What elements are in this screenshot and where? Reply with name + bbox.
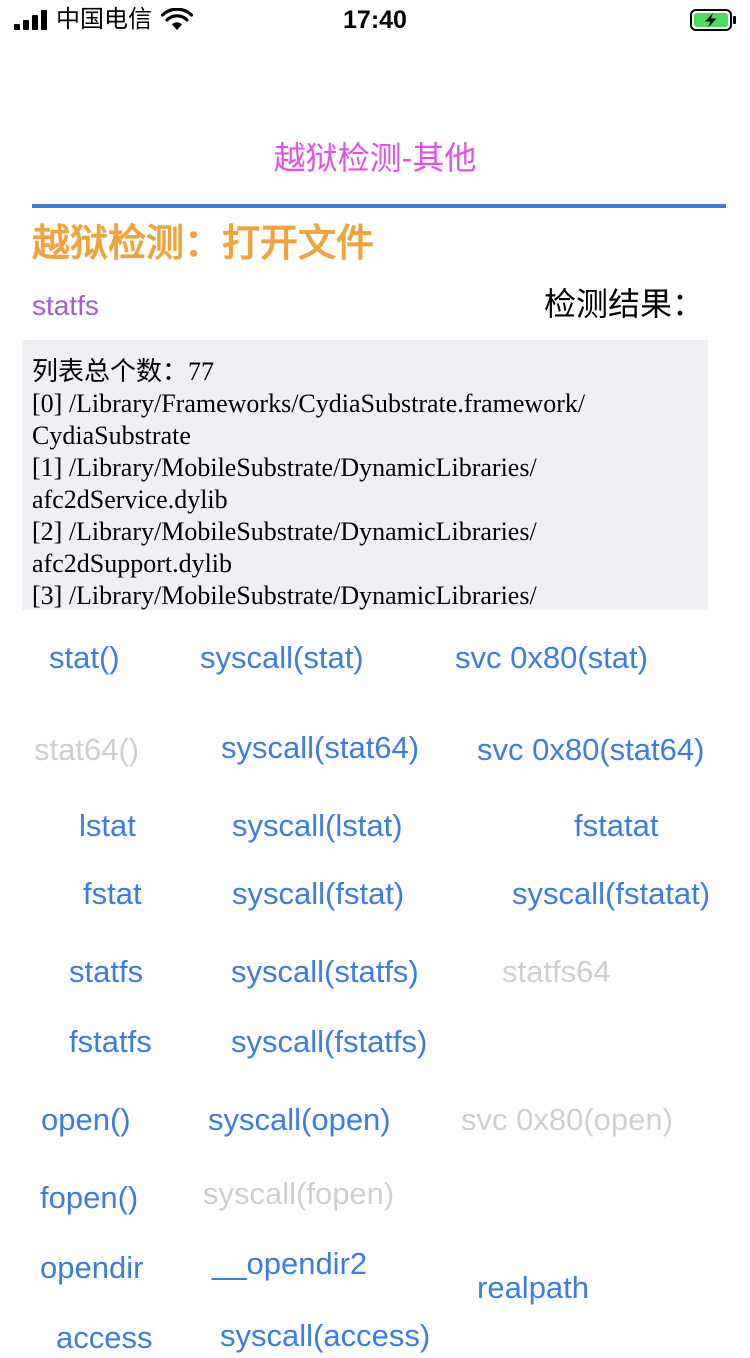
result-line: [3] /Library/MobileSubstrate/DynamicLibr… xyxy=(32,581,537,610)
svc-open-button[interactable]: svc 0x80(open) xyxy=(461,1100,673,1140)
svc-stat-button[interactable]: svc 0x80(stat) xyxy=(455,638,648,678)
result-line: CydiaSubstrate xyxy=(32,421,191,450)
syscall-fstat-button[interactable]: syscall(fstat) xyxy=(232,874,404,914)
stat-button[interactable]: stat() xyxy=(49,638,120,678)
result-line: 列表总个数：77 xyxy=(32,357,215,386)
result-line: [2] /Library/MobileSubstrate/DynamicLibr… xyxy=(32,517,537,546)
result-line: [0] /Library/Frameworks/CydiaSubstrate.f… xyxy=(32,389,586,418)
syscall-open-button[interactable]: syscall(open) xyxy=(208,1100,391,1140)
result-label: 检测结果： xyxy=(544,286,705,322)
fopen-button[interactable]: fopen() xyxy=(40,1178,138,1218)
lstat-button[interactable]: lstat xyxy=(79,806,136,846)
syscall-fstatat-button[interactable]: syscall(fstatat) xyxy=(512,874,710,914)
status-time: 17:40 xyxy=(343,6,407,34)
title-divider xyxy=(32,204,726,208)
statfs64-button[interactable]: statfs64 xyxy=(502,952,611,992)
syscall-statfs-button[interactable]: syscall(statfs) xyxy=(231,952,419,992)
open-button[interactable]: open() xyxy=(41,1100,131,1140)
result-text-view[interactable]: 列表总个数：77 [0] /Library/Frameworks/CydiaSu… xyxy=(22,340,708,610)
result-line: afc2dService.dylib xyxy=(32,485,228,514)
current-method-label: statfs xyxy=(32,290,99,321)
result-text: 列表总个数：77 [0] /Library/Frameworks/CydiaSu… xyxy=(32,356,692,610)
fstatat-button[interactable]: fstatat xyxy=(574,806,658,846)
syscall-access-button[interactable]: syscall(access) xyxy=(220,1316,430,1356)
statfs-button[interactable]: statfs xyxy=(69,952,143,992)
fstatfs-button[interactable]: fstatfs xyxy=(69,1022,152,1062)
battery-charging-icon xyxy=(690,9,736,31)
access-button[interactable]: access xyxy=(56,1318,152,1358)
page-title: 越狱检测-其他 xyxy=(273,140,477,176)
syscall-lstat-button[interactable]: syscall(lstat) xyxy=(232,806,403,846)
opendir-button[interactable]: opendir xyxy=(40,1248,143,1288)
status-bar: 中国电信 17:40 xyxy=(0,0,750,40)
section-title: 越狱检测：打开文件 xyxy=(32,223,375,265)
svc-stat64-button[interactable]: svc 0x80(stat64) xyxy=(477,730,704,770)
fstat-button[interactable]: fstat xyxy=(83,874,142,914)
result-line: afc2dSupport.dylib xyxy=(32,549,233,578)
syscall-stat-button[interactable]: syscall(stat) xyxy=(200,638,364,678)
opendir2-button[interactable]: __opendir2 xyxy=(212,1244,367,1284)
syscall-fstatfs-button[interactable]: syscall(fstatfs) xyxy=(231,1022,427,1062)
syscall-fopen-button[interactable]: syscall(fopen) xyxy=(203,1174,394,1214)
syscall-stat64-button[interactable]: syscall(stat64) xyxy=(221,728,419,768)
result-line: [1] /Library/MobileSubstrate/DynamicLibr… xyxy=(32,453,537,482)
stat64-button[interactable]: stat64() xyxy=(34,730,139,770)
realpath-button[interactable]: realpath xyxy=(477,1268,589,1308)
